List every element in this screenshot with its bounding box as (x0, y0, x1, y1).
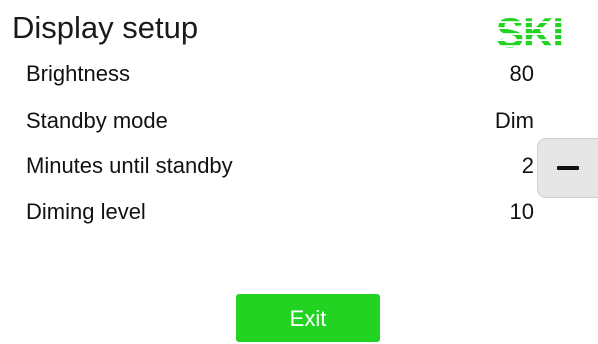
minutes-until-standby-label: Minutes until standby (26, 153, 233, 178)
minutes-until-standby-value[interactable]: 2 (522, 151, 534, 181)
svg-text:SKI: SKI (496, 11, 563, 51)
diming-level-value[interactable]: 10 (510, 197, 534, 227)
standby-mode-value[interactable]: Dim (495, 106, 534, 136)
brand-logo: SKI (496, 11, 564, 51)
diming-level-label: Diming level (26, 199, 146, 224)
minus-icon (557, 166, 579, 170)
page-title: Display setup (12, 10, 199, 45)
standby-mode-label: Standby mode (26, 108, 168, 133)
brightness-label: Brightness (26, 61, 130, 86)
exit-button[interactable]: Exit (236, 294, 380, 342)
brightness-value[interactable]: 80 (510, 59, 534, 89)
decrement-button[interactable] (537, 138, 598, 198)
